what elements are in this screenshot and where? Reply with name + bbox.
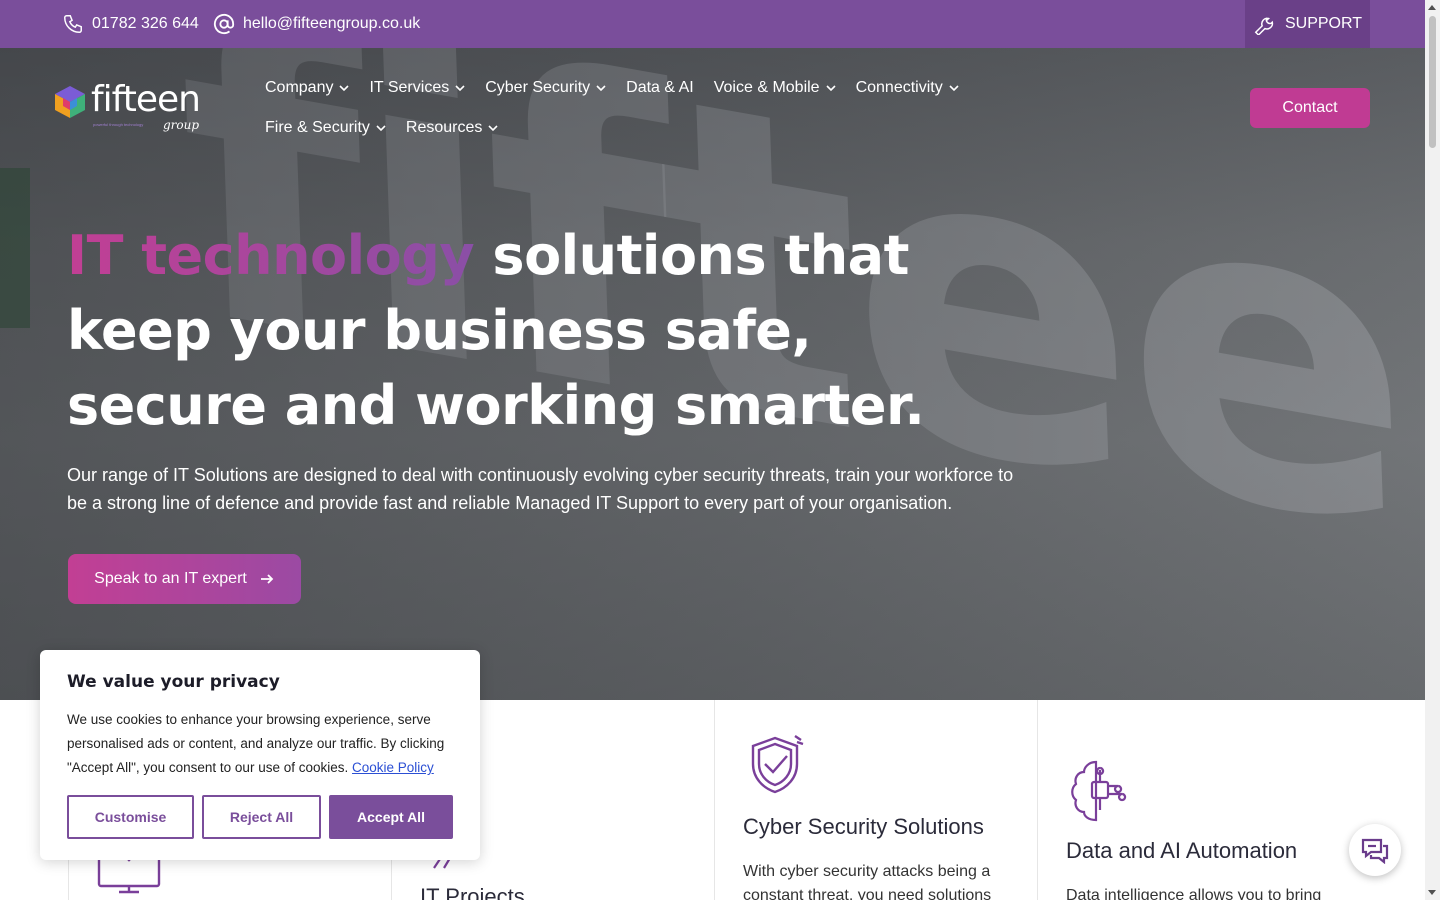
email-link[interactable]: hello@fifteengroup.co.uk [213,0,420,48]
arrow-right-icon [260,574,274,584]
support-label: SUPPORT [1284,15,1363,32]
nav-item-cyber-security[interactable]: Cyber Security [485,79,606,97]
top-bar: 01782 326 644 hello@fifteengroup.co.uk S… [0,0,1425,48]
hero-headline: IT technology solutions that keep your b… [67,218,1027,443]
hero-section: fifteen fifteen group powerful through t… [0,48,1425,700]
scroll-down-arrow[interactable] [1428,890,1436,895]
nav-label: Cyber Security [485,79,591,96]
scroll-up-arrow[interactable] [1428,5,1436,10]
nav-item-voice-mobile[interactable]: Voice & Mobile [714,79,836,97]
page-scrollbar[interactable] [1425,0,1440,900]
chat-bubbles-icon [1361,838,1389,864]
logo-tagline: powerful through technology [93,122,144,127]
card-title: Data and AI Automation [1066,838,1298,863]
accept-all-button[interactable]: Accept All [329,795,453,839]
site-logo[interactable]: fifteen group powerful through technolog… [55,80,205,132]
nav-label: Data & AI [626,79,694,96]
service-card-cyber-security[interactable]: Cyber Security Solutions With cyber secu… [714,700,1037,900]
card-text: Data intelligence allows you to bring a [1066,887,1322,900]
phone-link[interactable]: 01782 326 644 [62,0,199,48]
contact-button[interactable]: Contact [1250,88,1370,128]
chevron-down-icon [376,125,386,132]
card-text: With cyber security attacks being a cons… [743,863,992,900]
headline-accent: IT technology [67,224,475,287]
nav-item-data-ai[interactable]: Data & AI [626,79,694,97]
nav-label: Company [265,79,334,96]
cta-label: Speak to an IT expert [94,570,247,587]
hero-subtext: Our range of IT Solutions are designed t… [67,465,1014,513]
cube-logo-icon [55,86,85,118]
wrench-icon [1254,17,1274,35]
nav-label: Resources [405,119,483,136]
at-icon [213,13,235,35]
customise-button[interactable]: Customise [67,795,194,839]
brain-circuit-icon [1071,760,1127,822]
cookie-policy-link[interactable]: Cookie Policy [352,760,434,775]
cookie-body: We use cookies to enhance your browsing … [67,708,453,780]
nav-row-primary: Company IT Services Cyber Security Data … [265,68,1005,108]
nav-item-company[interactable]: Company [265,79,350,97]
reject-all-button[interactable]: Reject All [202,795,321,839]
card-title: IT Projects [420,884,525,900]
email-address: hello@fifteengroup.co.uk [243,15,421,32]
phone-number: 01782 326 644 [92,15,199,32]
chevron-down-icon [596,85,606,92]
chevron-down-icon [949,85,959,92]
cookie-title: We value your privacy [67,672,280,692]
chevron-down-icon [455,85,465,92]
nav-label: IT Services [369,79,450,96]
nav-item-resources[interactable]: Resources [406,119,498,137]
chevron-down-icon [339,85,350,92]
nav-row-secondary: Fire & Security Resources [265,108,1005,148]
chevron-down-icon [488,125,498,132]
nav-item-it-services[interactable]: IT Services [369,79,465,97]
logo-wordmark: fifteen [91,79,201,120]
shield-check-icon [751,735,804,794]
main-navigation: Company IT Services Cyber Security Data … [265,68,1005,148]
speak-to-expert-button[interactable]: Speak to an IT expert [68,554,301,604]
chat-widget-button[interactable] [1349,824,1401,876]
nav-label: Voice & Mobile [713,79,820,96]
support-button[interactable]: SUPPORT [1245,0,1370,48]
cookie-buttons: Customise Reject All Accept All [67,795,453,839]
scrollbar-thumb[interactable] [1429,16,1436,148]
nav-label: Fire & Security [265,119,370,136]
logo-group-text: group [163,118,200,132]
nav-item-fire-security[interactable]: Fire & Security [265,119,386,137]
cookie-consent-banner: We value your privacy We use cookies to … [40,650,480,860]
nav-label: Connectivity [855,79,943,96]
card-title: Cyber Security Solutions [743,814,984,839]
nav-item-connectivity[interactable]: Connectivity [856,79,959,97]
chevron-down-icon [826,85,836,92]
phone-icon [64,15,82,33]
